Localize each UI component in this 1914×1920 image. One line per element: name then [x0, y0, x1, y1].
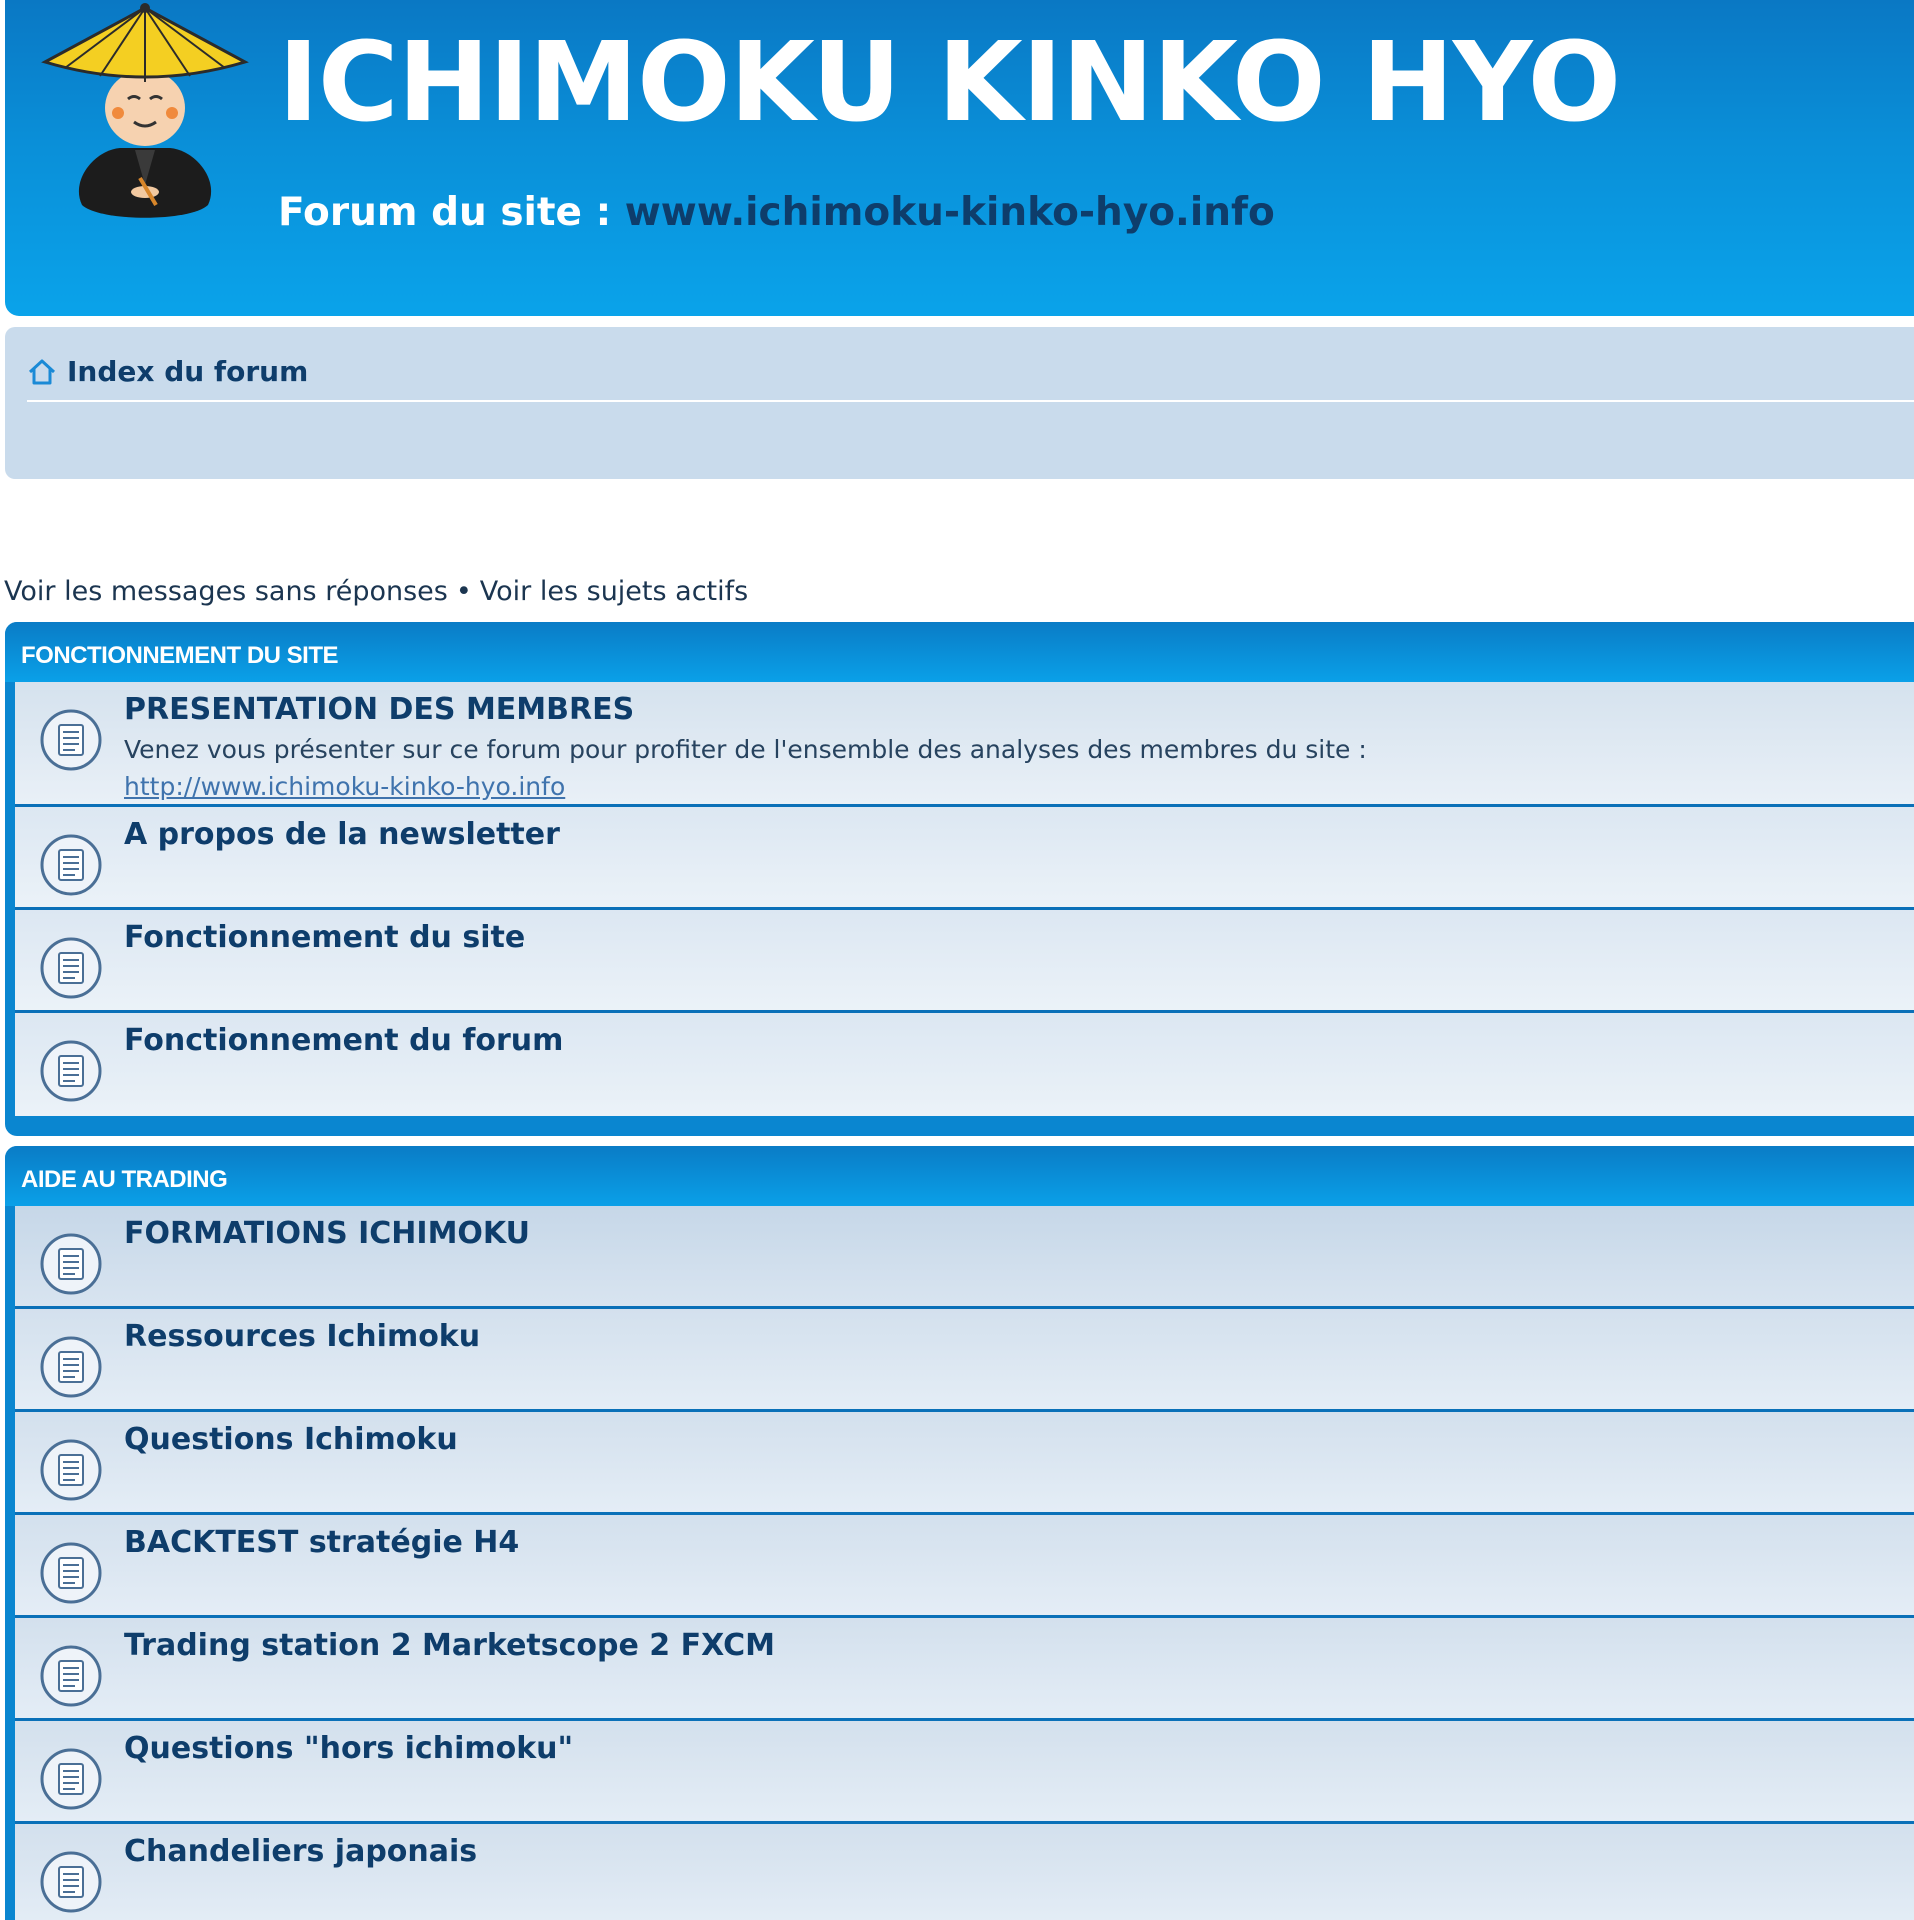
forum-row: A propos de la newsletter: [15, 807, 1914, 910]
forum-title-link[interactable]: Questions Ichimoku: [124, 1422, 458, 1457]
forum-title-link[interactable]: Trading station 2 Marketscope 2 FXCM: [124, 1628, 775, 1663]
nav-divider: [27, 400, 1914, 402]
forum-row: FORMATIONS ICHIMOKU: [15, 1206, 1914, 1309]
forum-row: BACKTEST stratégie H4: [15, 1515, 1914, 1618]
forum-read-icon: [40, 1542, 102, 1604]
forum-title-link[interactable]: Ressources Ichimoku: [124, 1319, 480, 1354]
forum-page: ICHIMOKU KINKO HYO Forum du site : www.i…: [0, 0, 1914, 1920]
site-url-link[interactable]: www.ichimoku-kinko-hyo.info: [625, 190, 1275, 235]
forum-index-label: Index du forum: [67, 355, 309, 388]
category-header[interactable]: AIDE AU TRADING: [5, 1146, 1914, 1206]
home-icon: [28, 359, 56, 384]
forum-row: Questions "hors ichimoku": [15, 1721, 1914, 1824]
forum-read-icon: [40, 1040, 102, 1102]
forum-row: Questions Ichimoku: [15, 1412, 1914, 1515]
forum-index-link[interactable]: Index du forum: [27, 355, 308, 388]
forum-title-link[interactable]: Questions "hors ichimoku": [124, 1731, 573, 1766]
unanswered-posts-link[interactable]: Voir les messages sans réponses: [4, 576, 448, 607]
forum-title-link[interactable]: Chandeliers japonais: [124, 1834, 477, 1869]
forum-row: Fonctionnement du site: [15, 910, 1914, 1013]
forum-description-text: Venez vous présenter sur ce forum pour p…: [124, 735, 1367, 764]
site-title: ICHIMOKU KINKO HYO: [278, 18, 1621, 146]
subtitle-label: Forum du site :: [278, 190, 612, 235]
site-subtitle: Forum du site : www.ichimoku-kinko-hyo.i…: [278, 190, 1275, 235]
forum-row: Trading station 2 Marketscope 2 FXCM: [15, 1618, 1914, 1721]
forum-row: Fonctionnement du forum: [15, 1013, 1914, 1116]
quick-links: Voir les messages sans réponses • Voir les…: [4, 576, 748, 607]
mascot-logo[interactable]: [40, 0, 250, 230]
site-header: ICHIMOKU KINKO HYO Forum du site : www.i…: [5, 0, 1914, 316]
category-header[interactable]: FONCTIONNEMENT DU SITE: [5, 622, 1914, 682]
forum-title-link[interactable]: Fonctionnement du site: [124, 920, 525, 955]
navbar: Index du forum: [5, 327, 1914, 479]
link-separator: •: [455, 576, 472, 607]
forum-read-icon: [40, 1851, 102, 1913]
forum-read-icon: [40, 1645, 102, 1707]
forum-title-link[interactable]: BACKTEST stratégie H4: [124, 1525, 519, 1560]
forum-row: PRESENTATION DES MEMBRES Venez vous prés…: [15, 682, 1914, 807]
forum-read-icon: [40, 1748, 102, 1810]
forum-read-icon: [40, 709, 102, 771]
active-topics-link[interactable]: Voir les sujets actifs: [480, 576, 748, 607]
forum-title-link[interactable]: A propos de la newsletter: [124, 817, 560, 852]
forum-read-icon: [40, 1233, 102, 1295]
forum-title-link[interactable]: Fonctionnement du forum: [124, 1023, 563, 1058]
category-fonctionnement-du-site: FONCTIONNEMENT DU SITE PRESENTATION DES …: [5, 622, 1914, 1136]
forum-read-icon: [40, 937, 102, 999]
forum-read-icon: [40, 834, 102, 896]
forum-description: Venez vous présenter sur ce forum pour p…: [124, 731, 1367, 805]
category-aide-au-trading: AIDE AU TRADING FORMATIONS ICHIMOKU Ress…: [5, 1146, 1914, 1920]
forum-read-icon: [40, 1439, 102, 1501]
forum-row: Chandeliers japonais: [15, 1824, 1914, 1920]
forum-title-link[interactable]: FORMATIONS ICHIMOKU: [124, 1216, 530, 1251]
forum-row: Ressources Ichimoku: [15, 1309, 1914, 1412]
forum-read-icon: [40, 1336, 102, 1398]
forum-description-link[interactable]: http://www.ichimoku-kinko-hyo.info: [124, 772, 565, 801]
forum-title-link[interactable]: PRESENTATION DES MEMBRES: [124, 692, 634, 727]
